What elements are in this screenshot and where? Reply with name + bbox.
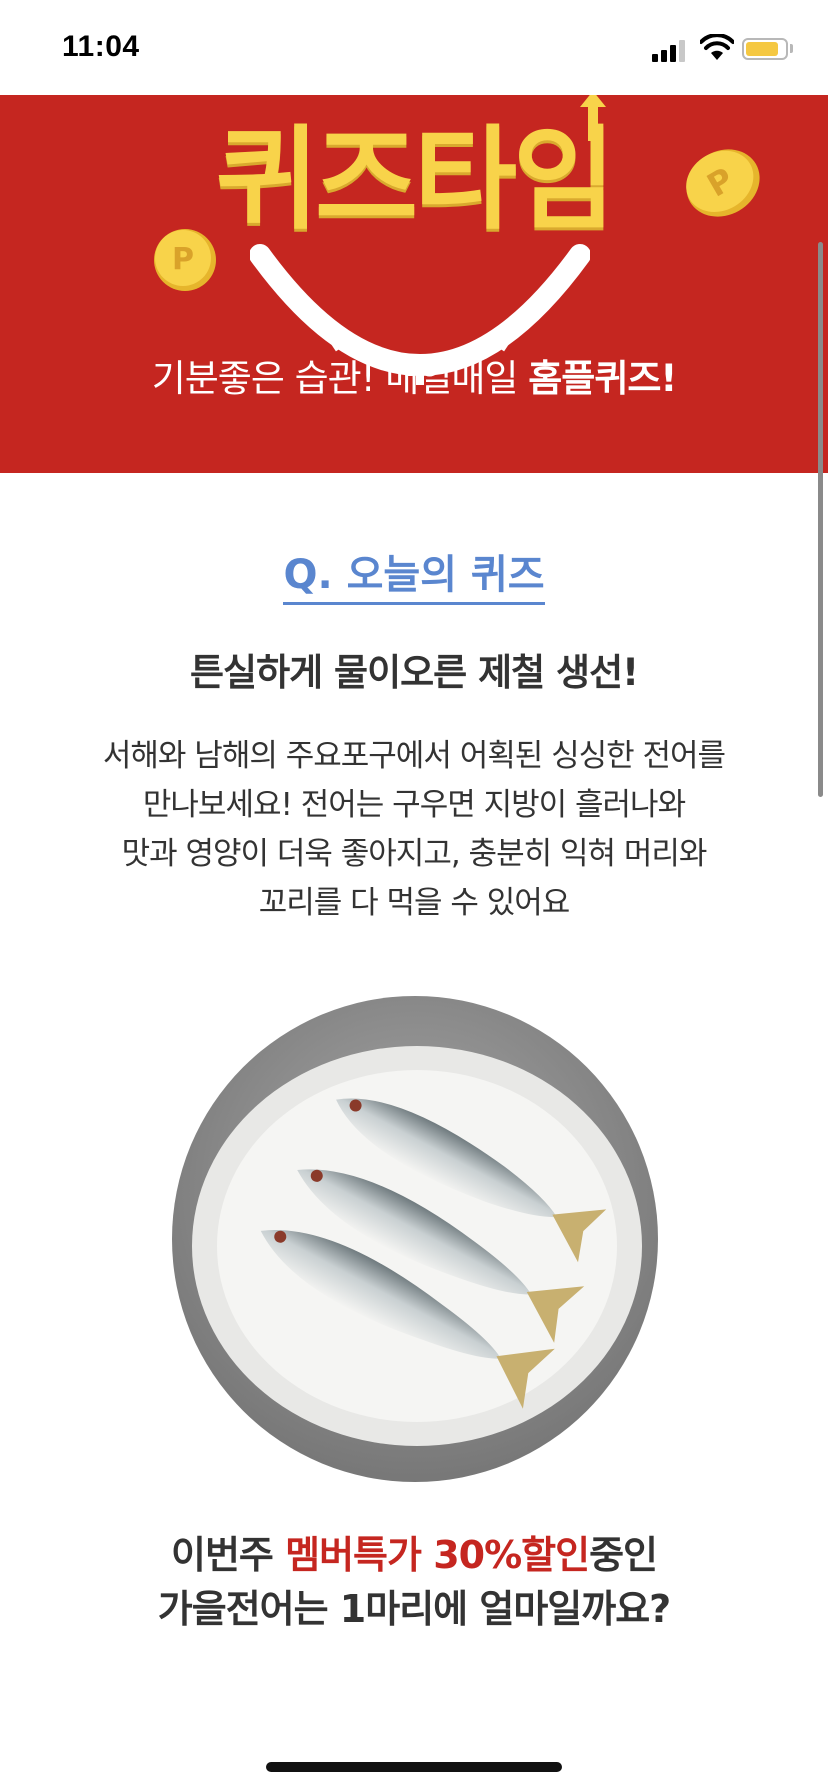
banner-subtitle-text: 기분좋은 습관! 매일매일 <box>151 357 529 400</box>
question-highlight: 멤버특가 30%할인 <box>285 1533 590 1577</box>
quiz-heading-text: Q. 오늘의 퀴즈 <box>283 552 545 605</box>
wifi-icon <box>700 34 734 60</box>
fish-photo <box>172 996 658 1482</box>
banner-subtitle-bold: 홈플퀴즈! <box>528 357 677 400</box>
quiz-banner: 퀴즈타임 P P 기분좋은 습관! 매일매일 홈플퀴즈! <box>0 95 828 473</box>
coin-icon: P <box>686 149 760 217</box>
status-bar: 11:04 <box>0 0 828 95</box>
description-line: 맛과 영양이 더욱 좋아지고, 충분히 익혀 머리와 <box>121 836 708 872</box>
quiz-heading: Q. 오늘의 퀴즈 <box>0 542 828 605</box>
description-line: 만나보세요! 전어는 구우면 지방이 흘러나와 <box>142 787 686 823</box>
signal-icon <box>652 38 688 62</box>
description-line: 서해와 남해의 주요포구에서 어획된 싱싱한 전어를 <box>102 738 726 774</box>
description-line: 꼬리를 다 먹을 수 있어요 <box>258 885 571 921</box>
battery-icon <box>742 38 788 60</box>
banner-subtitle: 기분좋은 습관! 매일매일 홈플퀴즈! <box>0 348 828 402</box>
battery-level <box>746 42 778 56</box>
quiz-title: 튼실하게 물이오른 제철 생선! <box>190 651 639 694</box>
question-suffix: 중인 <box>589 1533 658 1577</box>
coin-icon: P <box>154 229 216 291</box>
status-time: 11:04 <box>62 30 140 63</box>
coin-label: P <box>172 242 194 277</box>
quiz-description: 서해와 남해의 주요포구에서 어획된 싱싱한 전어를 만나보세요! 전어는 구우… <box>60 732 768 928</box>
home-indicator[interactable] <box>266 1762 562 1772</box>
question-line-2: 가을전어는 1마리에 얼마일까요? <box>157 1587 671 1631</box>
question-prefix: 이번주 <box>171 1533 286 1577</box>
scrollbar[interactable] <box>818 242 823 797</box>
battery-tip <box>790 44 793 53</box>
quiz-question: 이번주 멤버특가 30%할인중인 가을전어는 1마리에 얼마일까요? <box>0 1528 828 1636</box>
question-line-1: 이번주 멤버특가 30%할인중인 <box>0 1528 828 1582</box>
arrow-up-icon <box>580 95 606 141</box>
